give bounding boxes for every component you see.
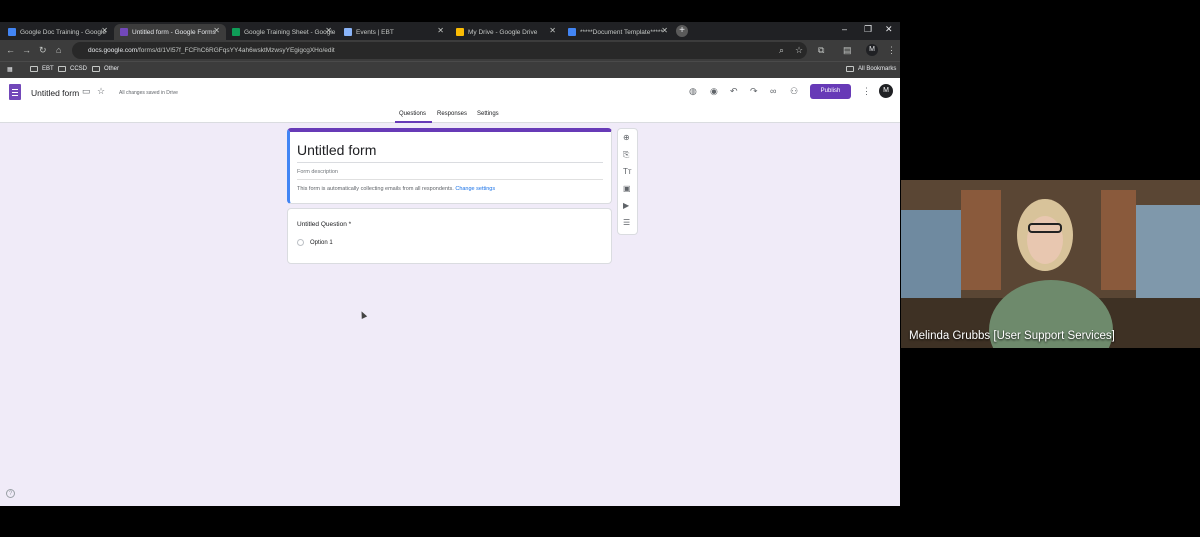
form-description-field[interactable]: Form description [297,169,338,175]
tab-untitled-form[interactable]: Untitled form - Google Forms ✕ [114,24,226,40]
preview-icon[interactable]: ◉ [710,86,718,97]
question-title[interactable]: Untitled Question * [297,221,351,228]
browser-tab-bar: Google Doc Training - Google ✕ Untitled … [0,22,900,40]
extensions-icon[interactable]: ⧉ [818,45,824,55]
address-bar[interactable]: docs.google.com/forms/d/1Vl57f_FCFhC6RGF… [72,42,807,59]
reload-icon[interactable]: ↻ [39,45,47,55]
tab-document-template[interactable]: *****Document Template***** ✕ [562,24,674,40]
radio-button[interactable] [297,239,304,246]
close-tab-icon[interactable]: ✕ [213,26,220,35]
redo-icon[interactable]: ↷ [750,86,758,97]
close-tab-icon[interactable]: ✕ [325,26,332,35]
close-window-icon[interactable]: ✕ [885,24,893,35]
customize-theme-icon[interactable]: ◍ [689,86,697,97]
drive-icon [456,28,464,36]
forms-header: Untitled form ▭ ☆ All changes saved in D… [0,78,900,123]
option-label[interactable]: Option 1 [310,240,333,246]
back-icon[interactable]: ← [6,45,15,55]
tab-google-doc-training[interactable]: Google Doc Training - Google ✕ [2,24,114,40]
add-title-icon[interactable]: Tт [623,167,632,176]
undo-icon[interactable]: ↶ [730,86,738,97]
home-icon[interactable]: ⌂ [56,45,61,55]
publish-button[interactable]: Publish [810,84,851,99]
tab-events-ebt[interactable]: Events | EBT ✕ [338,24,450,40]
active-tab-indicator [395,121,432,123]
question-toolbar: ⊕ ⎘ Tт ▣ ▶ ☰ [617,128,638,235]
divider [297,179,603,180]
add-section-icon[interactable]: ☰ [623,218,630,227]
zoom-icon[interactable]: ⌕ [779,45,784,55]
save-status: All changes saved in Drive [119,90,178,96]
apps-grid-icon[interactable]: ▦ [7,66,13,73]
folder-icon [30,66,38,72]
tab-questions[interactable]: Questions [399,111,426,117]
tab-responses[interactable]: Responses [437,111,467,117]
folder-icon [92,66,100,72]
form-title-card[interactable]: Untitled form Form description This form… [287,128,612,204]
profile-avatar[interactable]: M [866,44,878,56]
restore-icon[interactable]: ❐ [864,24,872,35]
bookmark-star-icon[interactable]: ☆ [795,45,803,55]
add-image-icon[interactable]: ▣ [623,184,631,193]
docs-icon [568,28,576,36]
docs-icon [8,28,16,36]
add-question-icon[interactable]: ⊕ [623,133,630,142]
side-panel-icon[interactable]: ▤ [843,45,852,55]
more-options-icon[interactable]: ⋮ [862,86,871,97]
copy-link-icon[interactable]: ∞ [770,86,776,96]
add-video-icon[interactable]: ▶ [623,201,629,210]
participant-video: Melinda Grubbs [User Support Services] [901,180,1200,348]
question-card[interactable]: Untitled Question * Option 1 [287,208,612,264]
forms-icon [120,28,128,36]
new-tab-button[interactable]: + [676,25,688,37]
close-tab-icon[interactable]: ✕ [101,26,108,35]
folder-icon [846,66,854,72]
change-settings-link[interactable]: Change settings [455,186,495,192]
forward-icon[interactable]: → [22,45,31,55]
browser-toolbar: ← → ↻ ⌂ docs.google.com/forms/d/1Vl57f_F… [0,40,900,61]
import-questions-icon[interactable]: ⎘ [623,150,629,160]
divider [297,162,603,163]
tab-my-drive[interactable]: My Drive - Google Drive ✕ [450,24,562,40]
close-tab-icon[interactable]: ✕ [437,26,444,35]
bookmark-other[interactable]: Other [92,66,119,72]
close-tab-icon[interactable]: ✕ [661,26,668,35]
folder-icon [58,66,66,72]
account-avatar[interactable]: M [879,84,893,98]
video-feed-image [901,180,1200,348]
minimize-icon[interactable]: – [842,24,847,34]
star-icon[interactable]: ☆ [97,86,105,97]
bookmark-ebt[interactable]: EBT [30,66,54,72]
shared-screen: Google Doc Training - Google ✕ Untitled … [0,22,900,506]
help-icon[interactable]: ? [6,489,15,498]
tab-google-training-sheet[interactable]: Google Training Sheet - Google ✕ [226,24,338,40]
document-title[interactable]: Untitled form [31,88,79,98]
close-tab-icon[interactable]: ✕ [549,26,556,35]
email-collection-note: This form is automatically collecting em… [297,186,496,192]
add-collaborators-icon[interactable]: ⚇ [790,86,798,97]
mouse-cursor-icon [358,310,368,319]
participant-name: Melinda Grubbs [User Support Services] [909,330,1115,342]
google-forms-logo-icon[interactable] [9,84,21,100]
bookmark-ccsd[interactable]: CCSD [58,66,87,72]
all-bookmarks[interactable]: All Bookmarks [846,66,896,72]
sheets-icon [232,28,240,36]
bookmarks-bar: ▦ EBT CCSD Other All Bookmarks [0,61,900,78]
move-to-folder-icon[interactable]: ▭ [82,86,91,97]
tab-settings[interactable]: Settings [477,111,499,117]
browser-menu-icon[interactable]: ⋮ [887,45,896,55]
form-title[interactable]: Untitled form [297,142,376,158]
page-icon [344,28,352,36]
